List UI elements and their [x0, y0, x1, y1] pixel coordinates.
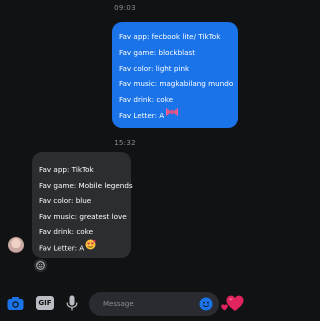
microphone-icon[interactable] — [66, 295, 78, 312]
add-reaction-icon[interactable] — [34, 259, 47, 272]
message-line-text: Fav Letter: A — [39, 243, 85, 253]
message-line: Fav drink: coke — [119, 95, 174, 105]
message-line: Fav game: Mobile legends — [39, 180, 133, 190]
incoming-message-bubble[interactable]: Fav app: TikTok Fav game: Mobile legends… — [32, 152, 133, 258]
pink-bow-emoji-icon — [165, 107, 179, 123]
camera-icon[interactable] — [7, 296, 24, 311]
emoji-picker-icon[interactable] — [199, 297, 213, 311]
message-input[interactable] — [103, 300, 193, 308]
message-line: Fav app: TikTok — [39, 165, 94, 174]
message-line: Fav drink: coke — [39, 227, 94, 237]
avatar[interactable] — [8, 237, 24, 253]
message-line-last: Fav Letter: A — [119, 108, 232, 124]
outgoing-message-bubble[interactable]: Fav app: fecbook lite/ TikTok Fav game: … — [112, 22, 238, 128]
composer-bar: GIF — [0, 287, 250, 321]
message-line: Fav game: blockblast — [119, 47, 196, 57]
small-heart-icon — [221, 296, 228, 311]
message-line: Fav music: magkabilang mundo — [119, 79, 234, 89]
timestamp: 09:03 — [114, 4, 136, 12]
message-line: Fav music: greatest love — [39, 211, 127, 221]
message-line: Fav app: fecbook lite/ TikTok — [119, 32, 221, 41]
message-line: Fav color: light pink — [119, 63, 190, 73]
message-line-text: Fav Letter: A — [119, 110, 165, 120]
timestamp: 15:32 — [114, 139, 136, 147]
gif-icon[interactable]: GIF — [36, 296, 54, 310]
heart-face-emoji-icon — [85, 239, 96, 256]
message-field[interactable] — [89, 292, 219, 316]
message-line-last: Fav Letter: A — [39, 239, 125, 257]
heart-icon[interactable] — [226, 294, 244, 312]
message-line: Fav color: blue — [39, 196, 92, 206]
